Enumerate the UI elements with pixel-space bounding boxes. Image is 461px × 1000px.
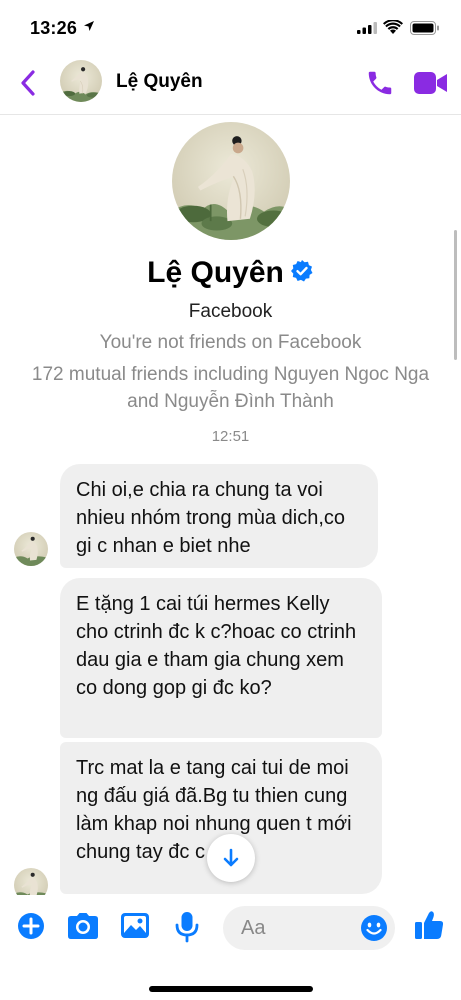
profile-platform: Facebook xyxy=(188,301,273,322)
emoji-icon[interactable] xyxy=(360,914,388,942)
thumbs-up-icon[interactable] xyxy=(413,909,445,941)
plus-icon[interactable] xyxy=(16,911,46,941)
status-bar: 13:26 xyxy=(0,0,461,52)
header-contact-name[interactable]: Lệ Quyên xyxy=(116,71,203,93)
profile-name-text: Lệ Quyên xyxy=(147,256,284,289)
arrow-down-icon xyxy=(223,848,239,867)
microphone-icon[interactable] xyxy=(174,911,200,943)
scrollbar[interactable] xyxy=(454,230,457,360)
scroll-to-bottom-button[interactable] xyxy=(207,834,255,882)
message-timestamp: 12:51 xyxy=(211,428,250,445)
mutual-friends[interactable]: 172 mutual friends including Nguyen Ngoc… xyxy=(0,361,461,415)
battery-icon xyxy=(410,21,439,35)
friend-status: You're not friends on Facebook xyxy=(99,332,362,353)
gallery-icon[interactable] xyxy=(120,911,150,941)
camera-icon[interactable] xyxy=(67,911,99,941)
home-indicator[interactable] xyxy=(149,986,313,992)
message-composer xyxy=(0,895,461,1000)
status-time: 13:26 xyxy=(30,18,78,38)
cellular-signal-icon xyxy=(357,22,377,34)
profile-name: Lệ Quyên xyxy=(0,256,461,290)
wifi-icon xyxy=(383,20,403,34)
verified-badge-icon xyxy=(290,260,313,282)
message-bubble[interactable]: Chi oi,e chia ra chung ta voi nhieu nhóm… xyxy=(60,464,378,568)
chat-header: Lệ Quyên xyxy=(0,52,461,115)
phone-icon[interactable] xyxy=(365,68,395,98)
sender-avatar[interactable] xyxy=(14,532,48,566)
header-avatar[interactable] xyxy=(60,60,102,102)
profile-avatar[interactable] xyxy=(172,122,290,240)
video-camera-icon[interactable] xyxy=(414,70,448,96)
message-bubble[interactable]: E tặng 1 cai túi hermes Kelly cho ctrinh… xyxy=(60,578,382,738)
location-arrow-icon xyxy=(84,21,94,31)
back-icon[interactable] xyxy=(16,68,40,98)
